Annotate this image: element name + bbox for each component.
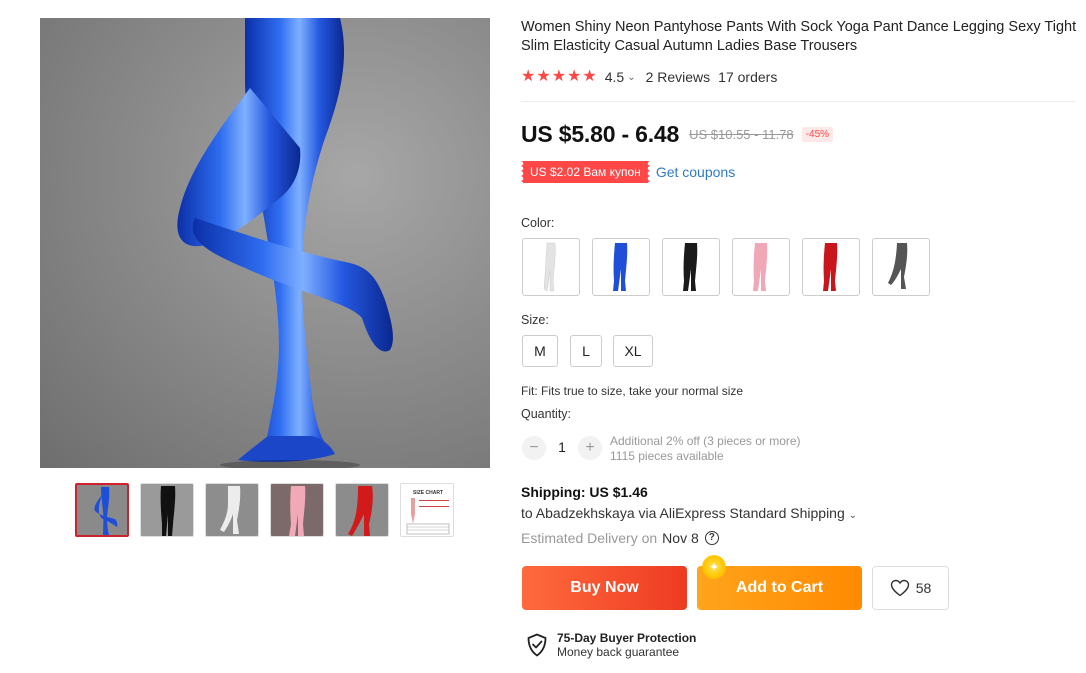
color-swatch-white[interactable] bbox=[522, 238, 580, 296]
estimated-delivery: Estimated Delivery on Nov 8 ? bbox=[521, 530, 719, 546]
orders-count: 17 orders bbox=[718, 69, 778, 85]
discount-badge: -45% bbox=[801, 126, 834, 142]
star-icon: ★ bbox=[536, 68, 551, 85]
price-row: US $5.80 - 6.48 US $10.55 - 11.78 -45% bbox=[521, 118, 834, 150]
size-label: Size: bbox=[521, 313, 549, 327]
buy-now-button[interactable]: Buy Now bbox=[522, 566, 687, 610]
star-icon: ★ bbox=[551, 68, 567, 85]
size-chart-title: SIZE CHART bbox=[413, 490, 443, 496]
quantity-value[interactable]: 1 bbox=[557, 439, 567, 455]
shipping-method[interactable]: to Abadzekhskaya via AliExpress Standard… bbox=[521, 505, 845, 521]
thumbnail-blue[interactable] bbox=[75, 483, 129, 537]
wishlist-count: 58 bbox=[915, 580, 932, 596]
rating-row: ★ ★ ★ ★ ★ 4.5 ⌄ 2 Reviews 17 orders bbox=[521, 68, 777, 86]
rating-stars: ★ ★ ★ ★ ★ bbox=[521, 69, 597, 85]
current-price: US $5.80 - 6.48 bbox=[521, 120, 680, 147]
coupon-row: US $2.02 Вам купон Get coupons bbox=[521, 161, 735, 183]
shipping-destination[interactable]: to Abadzekhskaya via AliExpress Standard… bbox=[521, 505, 857, 521]
color-swatch-red[interactable] bbox=[802, 238, 860, 296]
star-icon: ★ bbox=[567, 68, 582, 85]
buyer-protection[interactable]: 75-Day Buyer Protection Money back guara… bbox=[526, 630, 696, 660]
sparkle-icon: ✦ bbox=[702, 555, 726, 579]
size-option-l[interactable]: L bbox=[570, 335, 602, 367]
star-icon: ★ bbox=[521, 68, 536, 85]
star-icon: ★ bbox=[582, 68, 597, 85]
shield-check-icon bbox=[527, 633, 547, 657]
delivery-date: Nov 8 bbox=[662, 530, 699, 546]
thumbnail-size-chart[interactable]: SIZE CHART bbox=[400, 483, 454, 537]
wishlist-button[interactable]: 58 bbox=[872, 566, 949, 610]
quantity-minus-button[interactable]: − bbox=[522, 436, 546, 460]
heart-icon bbox=[890, 579, 909, 597]
quantity-note: Additional 2% off (3 pieces or more) 111… bbox=[610, 434, 801, 463]
size-option-m[interactable]: M bbox=[522, 335, 558, 367]
leggings-photo bbox=[177, 18, 393, 468]
divider bbox=[521, 101, 1076, 102]
thumbnail-black[interactable] bbox=[140, 483, 194, 537]
delivery-label: Estimated Delivery on bbox=[521, 530, 658, 546]
get-coupons-link[interactable]: Get coupons bbox=[656, 164, 735, 180]
protection-subtitle: Money back guarantee bbox=[557, 644, 680, 659]
reviews-link[interactable]: 2 Reviews bbox=[646, 69, 711, 85]
protection-title: 75-Day Buyer Protection bbox=[557, 630, 697, 645]
color-label: Color: bbox=[521, 216, 555, 230]
thumbnail-pink[interactable] bbox=[270, 483, 324, 537]
protection-text: 75-Day Buyer Protection Money back guara… bbox=[557, 631, 696, 660]
rating-value[interactable]: 4.5 bbox=[605, 69, 624, 85]
product-title: Women Shiny Neon Pantyhose Pants With So… bbox=[521, 19, 1077, 54]
quantity-plus-button[interactable]: + bbox=[578, 436, 602, 460]
quantity-label: Quantity: bbox=[521, 407, 572, 421]
fit-note: Fit: Fits true to size, take your normal… bbox=[521, 384, 744, 398]
chevron-down-icon[interactable]: ⌄ bbox=[849, 510, 857, 521]
thumbnail-red[interactable] bbox=[335, 483, 389, 537]
help-icon[interactable]: ? bbox=[704, 531, 719, 545]
color-swatch-blue[interactable] bbox=[592, 238, 650, 296]
thumbnail-white[interactable] bbox=[205, 483, 259, 537]
shipping-cost: Shipping: US $1.46 bbox=[521, 484, 648, 500]
original-price: US $10.55 - 11.78 bbox=[689, 126, 794, 142]
main-product-image[interactable] bbox=[40, 18, 490, 468]
color-swatch-black[interactable] bbox=[662, 238, 720, 296]
stock-available: 1115 pieces available bbox=[610, 448, 724, 463]
color-swatch-grey[interactable] bbox=[872, 238, 930, 296]
coupon-badge[interactable]: US $2.02 Вам купон bbox=[521, 161, 650, 183]
bulk-discount-note: Additional 2% off (3 pieces or more) bbox=[610, 434, 801, 448]
color-swatch-pink[interactable] bbox=[732, 238, 790, 296]
size-option-xl[interactable]: XL bbox=[613, 335, 653, 367]
chevron-down-icon[interactable]: ⌄ bbox=[627, 72, 635, 83]
